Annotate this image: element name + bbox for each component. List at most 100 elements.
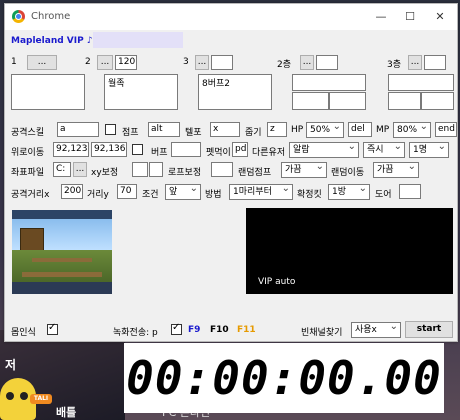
find-empty-channel-select[interactable]: 사용x bbox=[351, 322, 401, 338]
xy-correction-input-2[interactable] bbox=[149, 162, 163, 177]
desktop-text: 저 bbox=[5, 358, 17, 372]
hp-threshold-select[interactable]: 50% bbox=[306, 122, 344, 138]
stopwatch-display: 00:00:00.00 bbox=[124, 343, 444, 413]
slot-3-label: 3 bbox=[183, 57, 189, 67]
mob-recognize-checkbox[interactable] bbox=[47, 322, 58, 335]
slot-floor3-textarea-left[interactable] bbox=[388, 92, 421, 110]
start-button[interactable]: start bbox=[405, 321, 453, 338]
maximize-button[interactable]: ☐ bbox=[399, 8, 421, 26]
people-count-select[interactable]: 1명 bbox=[409, 142, 449, 158]
slot-3-textarea[interactable]: 8버프2 bbox=[198, 74, 272, 110]
coord-file-browse-button[interactable]: ... bbox=[73, 162, 87, 177]
f11-hotkey-label: F11 bbox=[237, 325, 256, 335]
pickup-label: 줍기 bbox=[245, 128, 262, 138]
slot-floor3-textarea-top[interactable] bbox=[388, 74, 454, 91]
door-input[interactable] bbox=[399, 184, 421, 199]
rope-correction-input[interactable] bbox=[211, 162, 233, 177]
attack-skill-input[interactable]: a bbox=[57, 122, 99, 137]
game-preview-image bbox=[12, 210, 112, 294]
slot-floor2-label: 2층 bbox=[277, 60, 292, 70]
move-up-checkbox[interactable] bbox=[132, 144, 143, 155]
title-bar[interactable]: Chrome — ☐ ✕ bbox=[5, 4, 457, 30]
coord-file-label: 좌표파일 bbox=[11, 168, 45, 178]
slot-2-value-input[interactable]: 120 bbox=[115, 55, 137, 70]
instant-select[interactable]: 즉시 bbox=[363, 142, 405, 158]
xy-correction-label: xy보정 bbox=[91, 168, 119, 178]
move-up-label: 위로이동 bbox=[11, 148, 45, 158]
condition-label: 조건 bbox=[142, 190, 159, 200]
slot-1-textarea[interactable] bbox=[11, 74, 85, 110]
mob-recognize-label: 몹인식 bbox=[11, 328, 36, 338]
attack-distance-x-input[interactable]: 200 bbox=[61, 184, 83, 199]
teleport-key-input[interactable]: x bbox=[210, 122, 240, 137]
teleport-label: 텔포 bbox=[185, 128, 202, 138]
desktop-badge: TALI bbox=[30, 394, 52, 404]
other-user-label: 다른유저 bbox=[252, 148, 286, 158]
slot-1-label: 1 bbox=[11, 57, 17, 67]
attack-distance-x-label: 공격거리x bbox=[11, 190, 50, 200]
f9-hotkey-label: F9 bbox=[188, 325, 201, 335]
distance-y-input[interactable]: 70 bbox=[117, 184, 137, 199]
random-move-label: 랜덤이동 bbox=[331, 168, 365, 178]
mp-label: MP bbox=[376, 125, 390, 135]
slot-2-textarea[interactable]: 월족 bbox=[104, 74, 178, 110]
desktop-shortcut-label[interactable]: 배틀 bbox=[56, 404, 76, 420]
close-button[interactable]: ✕ bbox=[429, 8, 451, 26]
random-jump-select[interactable]: 가끔 bbox=[281, 162, 327, 178]
slot-3-browse-button[interactable]: ... bbox=[195, 55, 209, 70]
slot-floor3-textarea-right[interactable] bbox=[421, 92, 454, 110]
pickup-key-input[interactable]: z bbox=[267, 122, 287, 137]
slot-floor3-browse-button[interactable]: ... bbox=[408, 55, 422, 70]
xy-correction-input[interactable] bbox=[132, 162, 148, 177]
jump-key-input[interactable]: alt bbox=[148, 122, 180, 137]
game-bottom-bar bbox=[12, 282, 112, 294]
rope-correction-label: 로프보정 bbox=[168, 168, 202, 178]
mp-key-input[interactable]: end bbox=[435, 122, 457, 137]
confirm-kill-label: 확정킷 bbox=[297, 190, 322, 200]
slot-3-value-input[interactable] bbox=[211, 55, 233, 70]
record-send-checkbox[interactable] bbox=[171, 322, 182, 335]
pet-food-label: 펫먹이 bbox=[206, 148, 231, 158]
app-window: Chrome — ☐ ✕ Mapleland VIP ♪ 1 ... 2 ...… bbox=[4, 3, 458, 342]
mp-threshold-select[interactable]: 80% bbox=[393, 122, 431, 138]
slot-floor3-value-input[interactable] bbox=[424, 55, 446, 70]
door-label: 도어 bbox=[375, 190, 392, 200]
buff-key-input[interactable] bbox=[171, 142, 201, 157]
move-up-y-input[interactable]: 92,136 bbox=[91, 142, 127, 157]
condition-select[interactable]: 앞 bbox=[165, 184, 201, 200]
video-preview: VIP auto bbox=[246, 208, 453, 294]
buff-label: 버프 bbox=[151, 148, 168, 158]
hp-key-input[interactable]: del bbox=[348, 122, 372, 137]
main-panel: Mapleland VIP ♪ 1 ... 2 ... 120 월족 3 ...… bbox=[5, 30, 457, 341]
game-platform bbox=[32, 258, 92, 262]
game-platform-2 bbox=[22, 272, 102, 277]
slot-2-browse-button[interactable]: ... bbox=[97, 55, 113, 70]
window-title: Chrome bbox=[31, 11, 71, 22]
other-user-select[interactable]: 알람 bbox=[289, 142, 359, 158]
slot-2-label: 2 bbox=[85, 57, 91, 67]
f10-hotkey-label: F10 bbox=[210, 325, 229, 335]
jump-label: 점프 bbox=[122, 128, 139, 138]
slot-floor2-textarea-right[interactable] bbox=[329, 92, 366, 110]
confirm-kill-select[interactable]: 1방 bbox=[328, 184, 370, 200]
method-label: 방법 bbox=[205, 190, 222, 200]
record-send-label: 녹화전송: p bbox=[113, 328, 158, 338]
minimize-button[interactable]: — bbox=[370, 8, 392, 26]
find-empty-channel-label: 빈채널찾기 bbox=[301, 328, 343, 338]
video-label: VIP auto bbox=[258, 277, 296, 287]
coord-file-input[interactable]: C: bbox=[53, 162, 71, 177]
random-move-select[interactable]: 가끔 bbox=[373, 162, 419, 178]
blurred-region bbox=[93, 32, 183, 48]
pet-food-key-input[interactable]: pdi bbox=[232, 142, 248, 157]
slot-floor3-label: 3층 bbox=[387, 60, 402, 70]
attack-skill-label: 공격스킬 bbox=[11, 128, 45, 138]
attack-checkbox[interactable] bbox=[105, 124, 116, 135]
method-select[interactable]: 1마리부터 bbox=[229, 184, 293, 200]
slot-floor2-value-input[interactable] bbox=[316, 55, 338, 70]
slot-floor2-textarea-top[interactable] bbox=[292, 74, 366, 91]
game-top-bar bbox=[12, 210, 112, 219]
move-up-x-input[interactable]: 92,123 bbox=[53, 142, 89, 157]
slot-floor2-textarea-left[interactable] bbox=[292, 92, 329, 110]
slot-floor2-browse-button[interactable]: ... bbox=[300, 55, 314, 70]
slot-1-browse-button[interactable]: ... bbox=[27, 55, 57, 70]
